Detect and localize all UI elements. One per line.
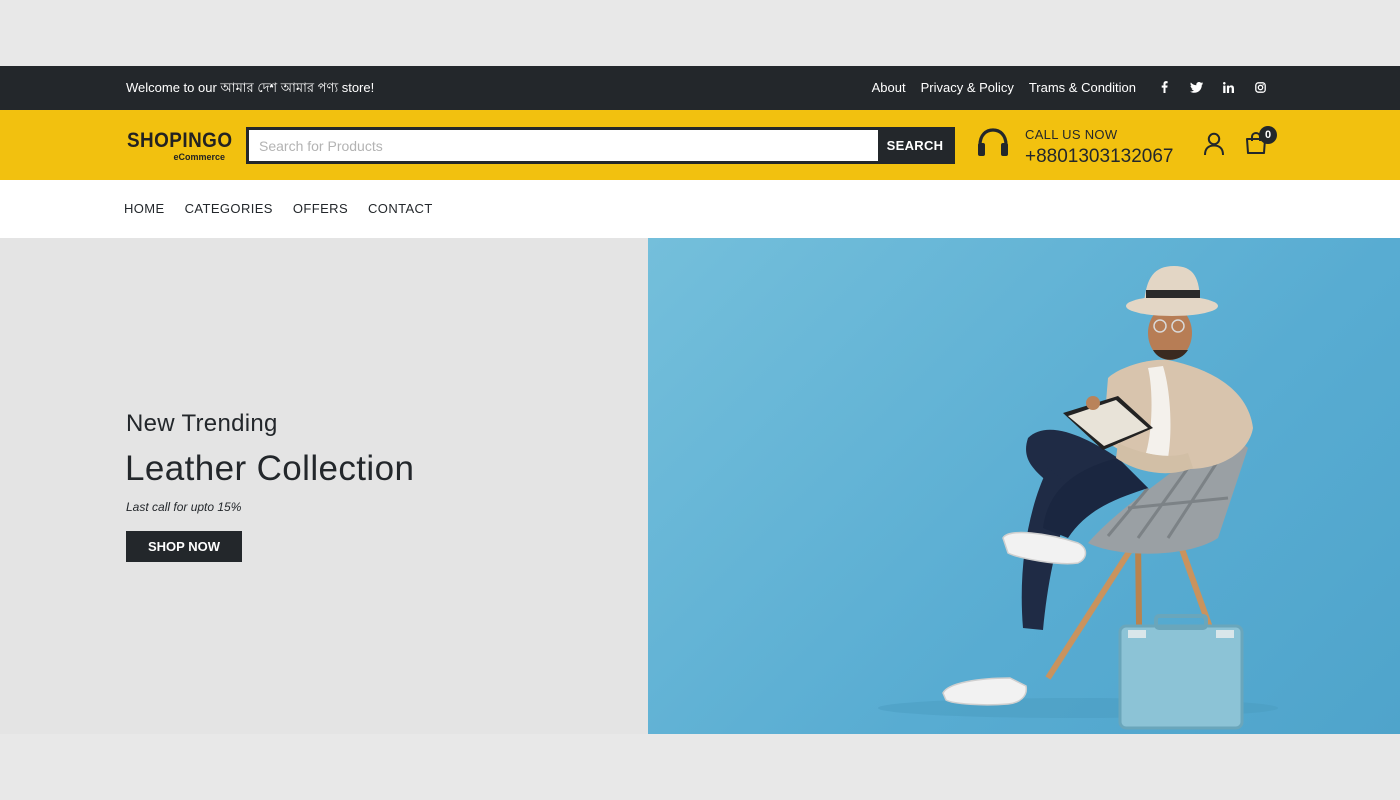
- social-links: [1156, 77, 1268, 97]
- logo-subtitle: eCommerce: [173, 152, 225, 162]
- facebook-icon[interactable]: [1156, 77, 1172, 97]
- nav-item-categories[interactable]: CATEGORIES: [185, 201, 273, 216]
- linkedin-icon[interactable]: [1220, 77, 1236, 97]
- nav-item-contact[interactable]: CONTACT: [368, 201, 433, 216]
- search-bar: SEARCH: [246, 127, 955, 164]
- search-input[interactable]: [249, 130, 878, 161]
- call-label: CALL US NOW: [1025, 127, 1118, 142]
- search-button[interactable]: SEARCH: [878, 130, 952, 161]
- shop-now-button[interactable]: SHOP NOW: [126, 531, 242, 562]
- top-bar: Welcome to our আমার দেশ আমার পণ্য store!…: [0, 66, 1400, 110]
- main-nav: HOME CATEGORIES OFFERS CONTACT: [0, 180, 1400, 238]
- nav-menu: HOME CATEGORIES OFFERS CONTACT: [124, 201, 433, 216]
- instagram-icon[interactable]: [1252, 77, 1268, 97]
- hero-tagline: Last call for upto 15%: [126, 500, 242, 514]
- call-phone[interactable]: +8801303132067: [1025, 145, 1173, 169]
- privacy-policy-link[interactable]: Privacy & Policy: [921, 79, 1014, 97]
- welcome-text: Welcome to our আমার দেশ আমার পণ্য store!: [126, 80, 375, 95]
- cart-count-badge: 0: [1259, 126, 1277, 144]
- terms-condition-link[interactable]: Trams & Condition: [1029, 79, 1136, 97]
- hero-text-panel: New Trending Leather Collection Last cal…: [0, 238, 648, 734]
- nav-item-offers[interactable]: OFFERS: [293, 201, 348, 216]
- main-header: SHOPINGO eCommerce SEARCH: [0, 110, 1400, 180]
- hero-image: [648, 238, 1400, 734]
- hero-headline: Leather Collection: [125, 449, 415, 488]
- call-us: CALL US NOW +8801303132067: [1025, 127, 1173, 169]
- page: Welcome to our আমার দেশ আমার পণ্য store!…: [0, 0, 1400, 800]
- headset-icon: [978, 128, 1008, 156]
- user-icon[interactable]: [1203, 132, 1225, 156]
- twitter-icon[interactable]: [1188, 77, 1204, 97]
- nav-item-home[interactable]: HOME: [124, 201, 165, 216]
- hero-kicker: New Trending: [126, 410, 278, 437]
- about-link[interactable]: About: [872, 79, 906, 97]
- top-links: About Privacy & Policy Trams & Condition: [872, 79, 1136, 97]
- logo-brand: SHOPINGO: [127, 129, 233, 152]
- site-logo[interactable]: SHOPINGO eCommerce: [127, 129, 244, 163]
- man-on-chair-photo: [878, 266, 1278, 730]
